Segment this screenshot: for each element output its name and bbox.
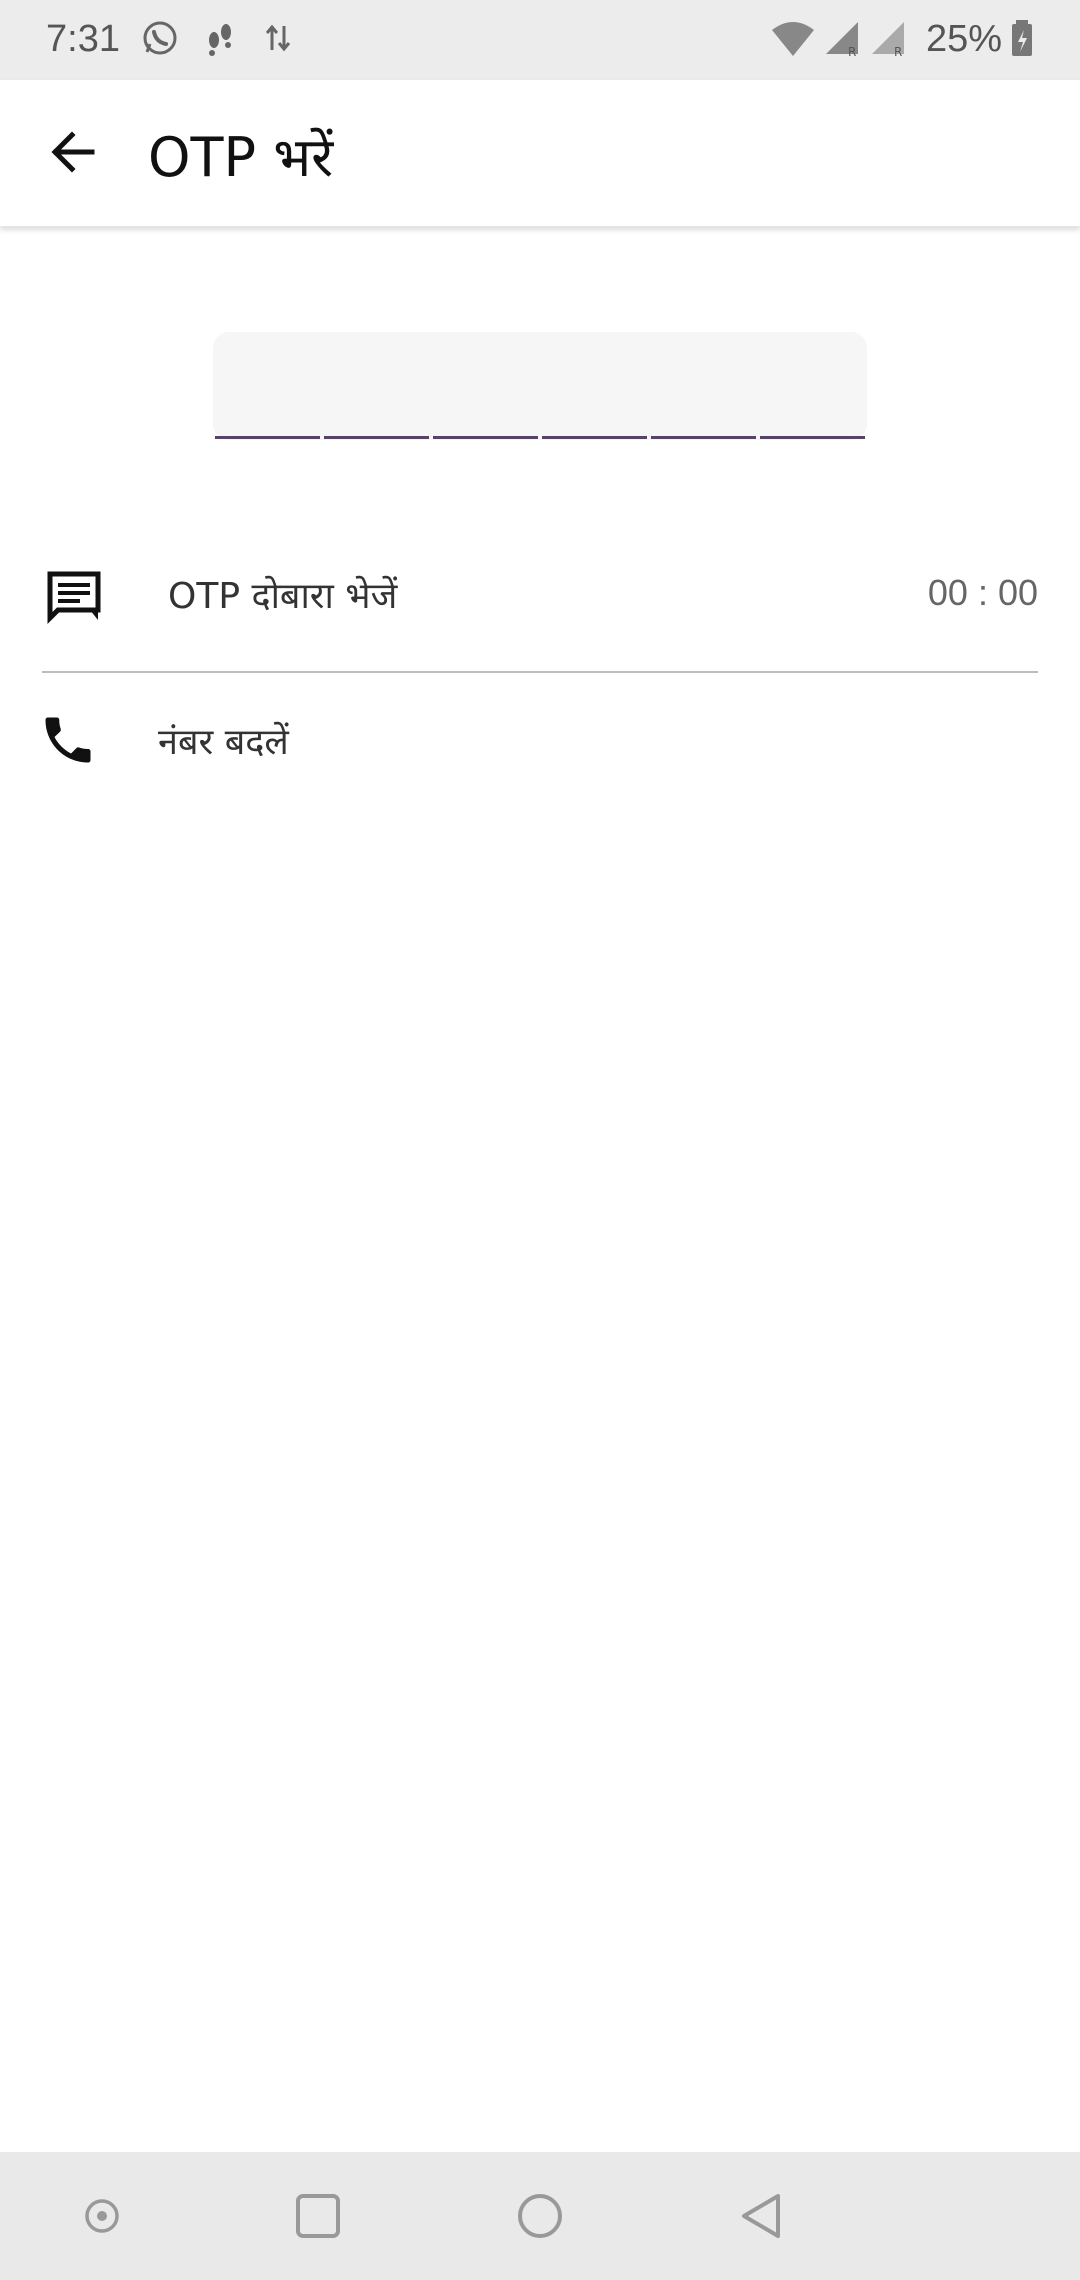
battery-level: 25%	[926, 18, 1003, 60]
change-number-label: नंबर बदलें	[158, 722, 289, 763]
signal-r-icon: R	[826, 22, 858, 58]
otp-digit-5[interactable]	[651, 436, 756, 439]
recents-square-icon[interactable]	[288, 2186, 348, 2246]
whatsapp-icon	[143, 21, 177, 55]
battery-charging-icon	[1012, 20, 1032, 56]
resend-otp-label: OTP दोबारा भेजें	[168, 576, 398, 617]
svg-text:R: R	[894, 45, 902, 58]
home-circle-icon[interactable]	[510, 2186, 570, 2246]
navigation-bar	[0, 2152, 1080, 2280]
back-triangle-icon[interactable]	[732, 2186, 792, 2246]
otp-digit-6[interactable]	[760, 436, 865, 439]
wifi-icon	[772, 22, 814, 56]
resend-timer: 00 : 00	[927, 572, 1038, 613]
page-title: OTP भरें	[148, 126, 334, 189]
otp-digit-3[interactable]	[433, 436, 538, 439]
arrow-back-icon[interactable]	[44, 122, 104, 182]
change-number-row[interactable]: नंबर बदलें	[0, 690, 1080, 790]
status-time: 7:31	[46, 18, 120, 60]
resend-otp-row[interactable]: OTP दोबारा भेजें 00 : 00	[0, 544, 1080, 644]
message-icon	[47, 571, 101, 625]
data-transfer-icon	[265, 24, 291, 52]
otp-digit-1[interactable]	[215, 436, 320, 439]
divider	[42, 671, 1038, 673]
otp-input[interactable]	[213, 332, 867, 440]
svg-text:R: R	[848, 45, 856, 58]
signal-r-icon: R	[872, 22, 904, 58]
app-bar: OTP भरें	[0, 80, 1080, 227]
otp-digit-2[interactable]	[324, 436, 429, 439]
assistant-icon[interactable]	[72, 2186, 132, 2246]
otp-digit-4[interactable]	[542, 436, 647, 439]
footsteps-icon	[209, 24, 231, 56]
phone-icon	[45, 717, 91, 763]
status-bar: 7:31 R R 25%	[0, 0, 1080, 80]
